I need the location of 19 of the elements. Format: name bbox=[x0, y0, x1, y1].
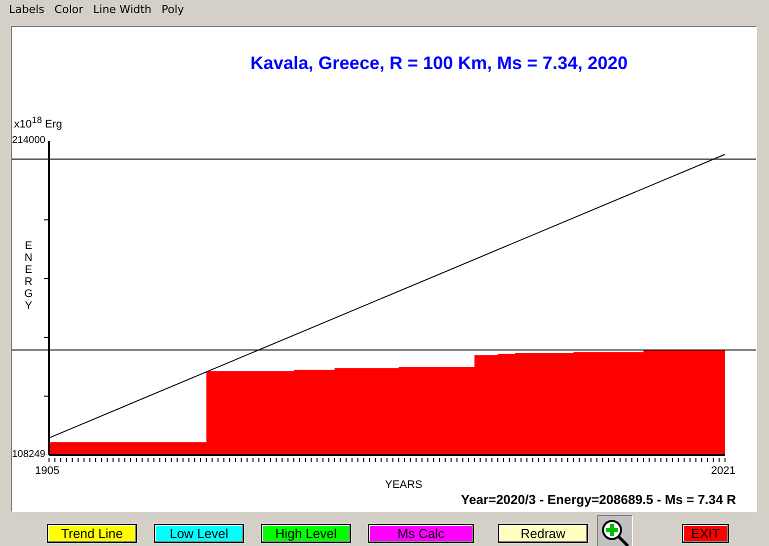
chart-title: Kavala, Greece, R = 100 Km, Ms = 7.34, 2020 bbox=[249, 53, 629, 74]
x-tick-label: 1905 bbox=[35, 465, 60, 477]
x-tick-label: 2021 bbox=[711, 465, 736, 477]
menu-item[interactable]: Line Width bbox=[88, 2, 157, 16]
action-button[interactable]: High Level bbox=[261, 524, 351, 542]
action-button[interactable]: EXIT bbox=[682, 524, 729, 542]
zoom-in-icon bbox=[600, 518, 630, 546]
status-text: Year=2020/3 - Energy=208689.5 - Ms = 7.34 R bbox=[461, 492, 736, 507]
menu-item[interactable]: Poly bbox=[156, 2, 190, 16]
unit-label: x10$^{18}$ Erg bbox=[14, 115, 62, 131]
menu-item[interactable]: Labels bbox=[4, 2, 50, 16]
zoom-button[interactable] bbox=[597, 515, 633, 546]
x-axis-label: YEARS bbox=[385, 479, 422, 491]
y-axis-label: ENERGY bbox=[23, 240, 34, 313]
action-button[interactable]: Redraw bbox=[498, 524, 588, 542]
menu-item[interactable]: Color bbox=[49, 2, 88, 16]
action-button[interactable]: Low Level bbox=[154, 524, 244, 542]
action-button[interactable]: Ms Calc bbox=[368, 524, 474, 542]
action-button[interactable]: Trend Line bbox=[47, 524, 137, 542]
